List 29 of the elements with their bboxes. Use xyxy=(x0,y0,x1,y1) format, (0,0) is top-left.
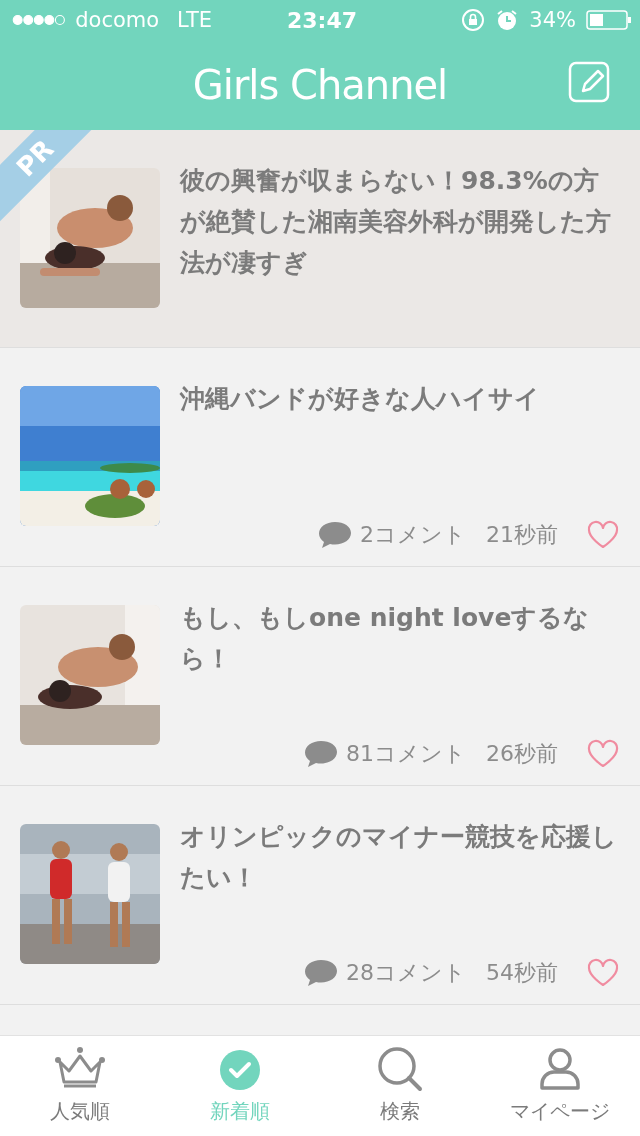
tab[interactable]: 人気順 xyxy=(0,1036,160,1136)
compose-button[interactable] xyxy=(568,61,610,103)
ad-row[interactable]: 彼の興奮が収まらない！98.3%の方が絶賛した湘南美容外科が開発した方法が凄すぎ PR xyxy=(0,130,640,348)
comment-icon xyxy=(304,958,338,988)
comment-icon xyxy=(318,520,352,550)
heart-button[interactable] xyxy=(586,958,620,988)
tab[interactable]: マイページ xyxy=(480,1036,640,1136)
topic-title[interactable]: 彼の興奮が収まらない！98.3%の方が絶賛した湘南美容外科が開発した方法が凄すぎ xyxy=(180,160,620,331)
comment-count: 81コメント xyxy=(346,740,466,768)
time-label: 54秒前 xyxy=(486,959,558,987)
topic-title[interactable]: オリンピックのマイナー競技を応援したい！ xyxy=(180,816,620,958)
time-label: 26秒前 xyxy=(486,740,558,768)
heart-button[interactable] xyxy=(586,520,620,550)
battery-label: 34% xyxy=(529,8,576,32)
comment-count: 28コメント xyxy=(346,959,466,987)
topic-title[interactable]: 沖縄バンドが好きな人ハイサイ xyxy=(180,378,620,520)
app-title: Girls Channel xyxy=(192,62,448,108)
signal-icon xyxy=(12,13,68,27)
topic-title[interactable]: もし、もしone night loveするなら！ xyxy=(180,597,620,739)
clock: 23:47 xyxy=(287,7,357,33)
rotation-lock-icon xyxy=(461,8,486,32)
tab[interactable]: 検索 xyxy=(320,1036,480,1136)
network-label: LTE xyxy=(177,8,212,32)
comment-count: 2コメント xyxy=(360,521,466,549)
time-label: 21秒前 xyxy=(486,521,558,549)
comment-icon xyxy=(304,739,338,769)
carrier-label: docomo xyxy=(75,8,160,32)
battery-icon xyxy=(586,10,632,30)
heart-button[interactable] xyxy=(586,739,620,769)
